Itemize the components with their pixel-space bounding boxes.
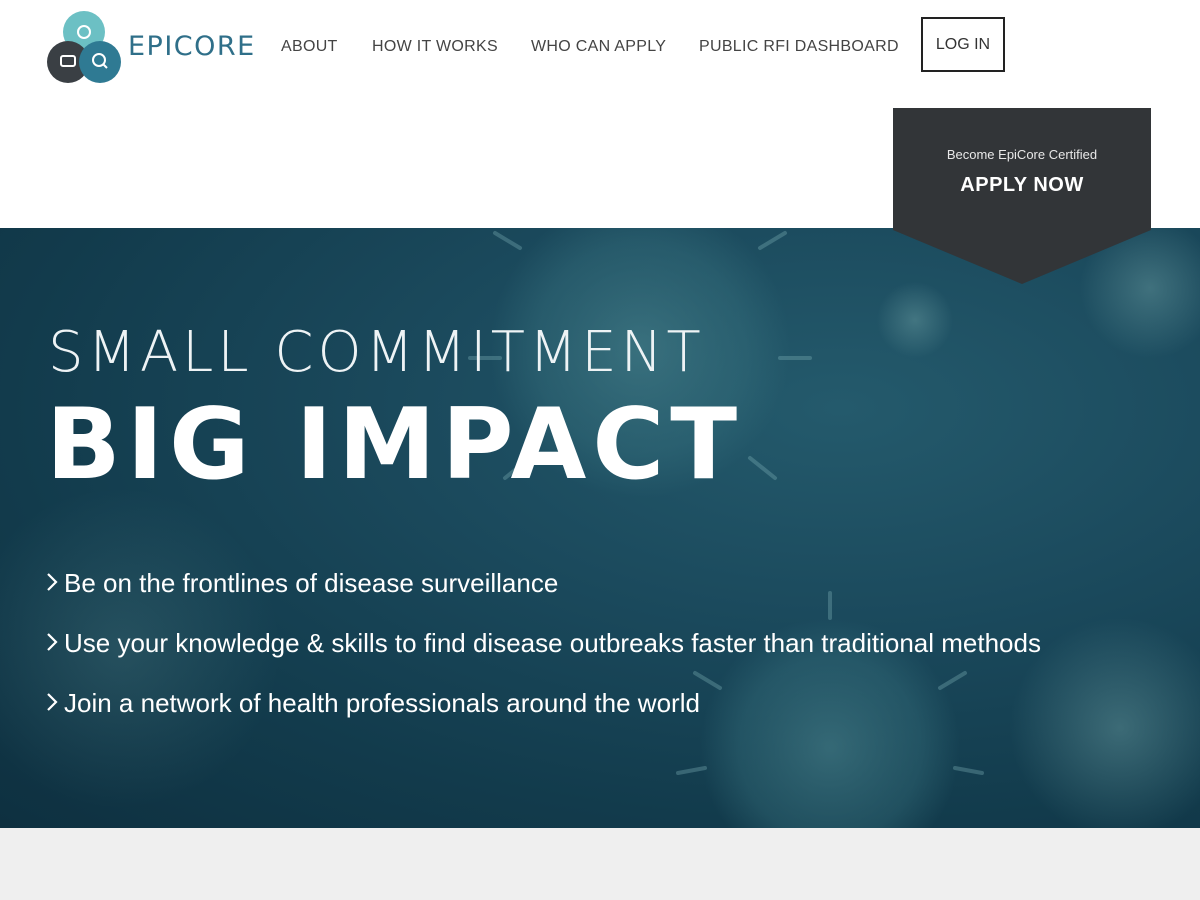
hero-headline-line1: SMALL COMMITMENT: [48, 320, 705, 385]
hero-headline-line2: BIG IMPACT: [46, 388, 744, 502]
apply-now-banner[interactable]: Become EpiCore Certified APPLY NOW: [893, 108, 1151, 284]
nav-about[interactable]: ABOUT: [281, 38, 338, 56]
brand-name[interactable]: EPICORE: [128, 31, 256, 62]
nav-public-rfi-dashboard[interactable]: PUBLIC RFI DASHBOARD: [699, 38, 899, 56]
hero-bullet-text: Be on the frontlines of disease surveill…: [64, 568, 559, 598]
apply-now-button[interactable]: APPLY NOW: [893, 174, 1151, 197]
nav-who-can-apply[interactable]: WHO CAN APPLY: [531, 38, 666, 56]
hero-bullet-text: Use your knowledge & skills to find dise…: [64, 628, 1041, 658]
hero-bullet-text: Join a network of health professionals a…: [64, 688, 700, 718]
chevron-right-icon: [46, 628, 58, 659]
login-button[interactable]: LOG IN: [921, 17, 1005, 72]
apply-banner-subtitle: Become EpiCore Certified: [946, 147, 1098, 162]
hero-bullet: Join a network of health professionals a…: [46, 688, 1041, 748]
logo-circles-icon: [47, 11, 121, 83]
hero-bullet-list: Be on the frontlines of disease surveill…: [46, 568, 1041, 748]
hero-section: SMALL COMMITMENT BIG IMPACT Be on the fr…: [0, 228, 1200, 828]
chevron-right-icon: [46, 568, 58, 599]
nav-how-it-works[interactable]: HOW IT WORKS: [372, 38, 498, 56]
chevron-right-icon: [46, 688, 58, 719]
epicore-logo[interactable]: [46, 10, 126, 88]
content-section-start: [0, 828, 1200, 900]
hero-bullet: Be on the frontlines of disease surveill…: [46, 568, 1041, 628]
hero-bullet: Use your knowledge & skills to find dise…: [46, 628, 1041, 688]
